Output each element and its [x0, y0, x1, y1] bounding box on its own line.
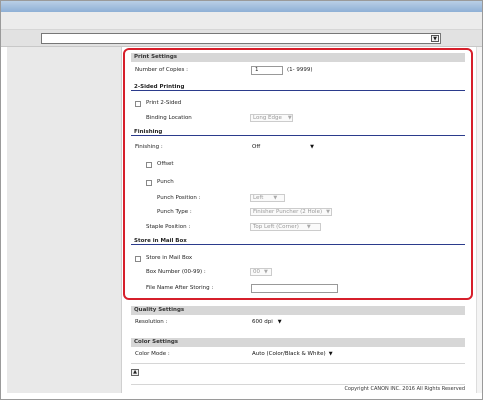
punch-type-value: Finisher Puncher (2 Hole) [253, 209, 323, 215]
punch-type-select[interactable]: Finisher Puncher (2 Hole) ▼ [250, 208, 332, 216]
finishing-value: Off [252, 144, 261, 150]
copyright-text: Copyright CANON INC. 2016 All Rights Res… [131, 384, 465, 393]
color-mode-select[interactable]: Auto (Color/Black & White) ▼ [250, 350, 334, 358]
offset-label: Offset [157, 161, 174, 167]
staple-position-label: Staple Position : [146, 224, 191, 230]
section-header-finishing: Finishing [131, 128, 465, 136]
chevron-down-icon: ▼ [277, 319, 282, 325]
copies-input[interactable]: 1 [251, 66, 283, 75]
punch-checkbox[interactable] [146, 180, 152, 186]
punch-label: Punch [157, 179, 174, 185]
collapse-icon[interactable]: ▲ [131, 369, 139, 376]
staple-position-select[interactable]: Top Left (Corner) ▼ [250, 223, 321, 231]
title-bar [1, 1, 482, 12]
file-name-input[interactable] [251, 284, 338, 293]
box-number-label: Box Number (00-99) : [146, 269, 206, 275]
offset-checkbox[interactable] [146, 162, 152, 168]
print-2-sided-label: Print 2-Sided [146, 100, 182, 106]
address-bar[interactable]: ▼ [41, 33, 441, 44]
copies-range-hint: (1- 9999) [287, 67, 313, 73]
section-header-mailbox: Store in Mail Box [131, 237, 465, 245]
chevron-down-icon: ▼ [273, 195, 278, 201]
section-header-two-sided: 2-Sided Printing [131, 83, 465, 91]
finishing-label: Finishing : [135, 144, 163, 150]
finishing-select[interactable]: Off ▼ [250, 143, 322, 151]
resolution-value: 600 dpi [252, 319, 273, 325]
punch-position-label: Punch Position : [157, 195, 201, 201]
binding-location-select[interactable]: Long Edge ▼ [250, 114, 293, 122]
file-name-label: File Name After Storing : [146, 285, 214, 291]
punch-type-label: Punch Type : [157, 209, 192, 215]
chevron-down-icon: ▼ [328, 351, 333, 357]
chevron-down-icon: ▼ [306, 224, 311, 230]
punch-position-select[interactable]: Left ▼ [250, 194, 285, 202]
chevron-down-icon: ▼ [287, 115, 292, 121]
print-2-sided-checkbox[interactable] [135, 101, 141, 107]
resolution-label: Resolution : [135, 319, 168, 325]
address-dropdown-icon[interactable]: ▼ [431, 35, 439, 42]
vertical-scrollbar[interactable] [476, 47, 482, 393]
chevron-down-icon: ▼ [264, 269, 268, 275]
color-mode-label: Color Mode : [135, 351, 170, 357]
section-header-print-settings: Print Settings [131, 53, 465, 62]
binding-location-value: Long Edge [253, 115, 282, 121]
store-in-mailbox-checkbox[interactable] [135, 256, 141, 262]
color-mode-value: Auto (Color/Black & White) [252, 351, 326, 357]
chevron-down-icon: ▼ [326, 209, 330, 215]
box-number-value: 00 [253, 269, 260, 275]
chevron-down-icon: ▼ [310, 144, 314, 150]
left-navigation-pane [7, 47, 122, 393]
box-number-select[interactable]: 00 ▼ [250, 268, 272, 276]
punch-position-value: Left [253, 195, 264, 201]
section-header-color: Color Settings [131, 338, 465, 347]
resolution-select[interactable]: 600 dpi ▼ [250, 318, 290, 326]
section-header-quality: Quality Settings [131, 306, 465, 315]
store-in-mailbox-label: Store in Mail Box [146, 255, 193, 261]
divider [131, 363, 465, 364]
staple-position-value: Top Left (Corner) [253, 224, 299, 230]
binding-location-label: Binding Location [146, 115, 192, 121]
toolbar [1, 12, 482, 30]
copies-label: Number of Copies : [135, 67, 188, 73]
address-row: ▼ [1, 30, 482, 47]
